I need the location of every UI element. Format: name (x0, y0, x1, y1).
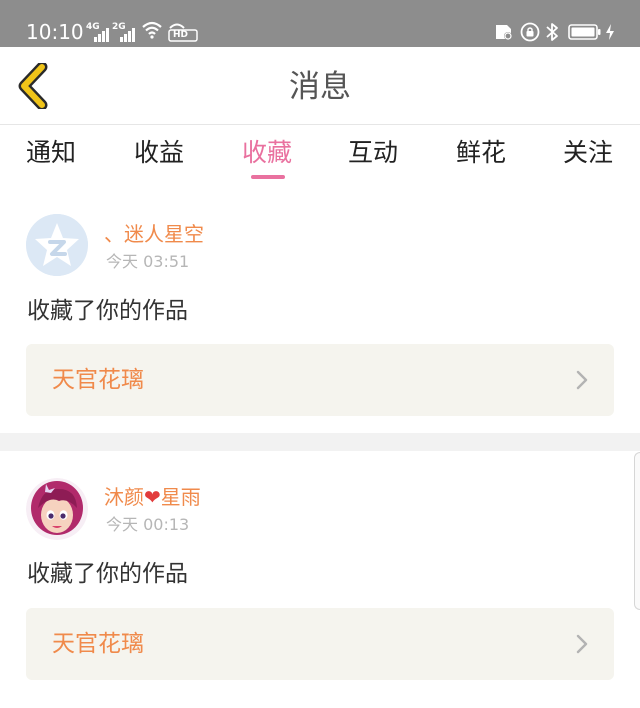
heart-icon: ❤ (144, 485, 161, 509)
chevron-right-icon (576, 370, 588, 390)
default-star-avatar-icon (26, 214, 88, 276)
wifi-icon (142, 21, 162, 39)
tab-earnings[interactable]: 收益 (119, 136, 199, 170)
work-link[interactable]: 天官花璃 (26, 344, 614, 416)
status-bar: 10:10 4G 2G HD (0, 0, 640, 47)
hd-label: HD (173, 30, 189, 40)
message-time: 今天 03:51 (106, 252, 190, 271)
avatar[interactable] (26, 478, 88, 540)
tab-favorites[interactable]: 收藏 (227, 136, 307, 170)
avatar[interactable] (26, 214, 88, 276)
work-title: 天官花璃 (52, 631, 144, 657)
message-time: 今天 00:13 (106, 515, 190, 534)
chevron-right-icon (576, 634, 588, 654)
message-card: 沐颜❤星雨 今天 00:13 收藏了你的作品 天官花璃 (0, 451, 640, 708)
active-tab-indicator (251, 175, 285, 179)
tab-interactions[interactable]: 互动 (333, 136, 413, 170)
hd-icon: HD (168, 20, 198, 42)
lock-rotation-icon (520, 22, 540, 42)
charging-icon (606, 24, 614, 40)
page-title: 消息 (289, 69, 351, 105)
signal-icon-2 (112, 26, 136, 42)
tab-bar: 通知 收益 收藏 互动 鲜花 关注 (0, 125, 640, 187)
signal-icon (86, 26, 109, 42)
username[interactable]: 、迷人星空 (104, 221, 204, 247)
tab-notifications[interactable]: 通知 (11, 136, 91, 170)
scroll-edge-handle[interactable] (634, 452, 640, 610)
bluetooth-icon (546, 23, 558, 41)
title-bar: 消息 (0, 47, 640, 125)
work-title: 天官花璃 (52, 367, 144, 393)
username-prefix: 沐颜 (104, 485, 144, 509)
username[interactable]: 沐颜❤星雨 (104, 484, 201, 510)
battery-icon (568, 24, 601, 40)
tab-flowers[interactable]: 鲜花 (441, 136, 521, 170)
message-action: 收藏了你的作品 (27, 298, 188, 324)
tab-follows[interactable]: 关注 (548, 136, 628, 170)
work-link[interactable]: 天官花璃 (26, 608, 614, 680)
status-time: 10:10 (26, 20, 84, 44)
username-suffix: 星雨 (160, 485, 201, 509)
message-card: 、迷人星空 今天 03:51 收藏了你的作品 天官花璃 (0, 187, 640, 433)
message-action: 收藏了你的作品 (27, 561, 188, 587)
sim-card-icon (496, 25, 512, 40)
cartoon-girl-avatar-icon (26, 478, 88, 540)
